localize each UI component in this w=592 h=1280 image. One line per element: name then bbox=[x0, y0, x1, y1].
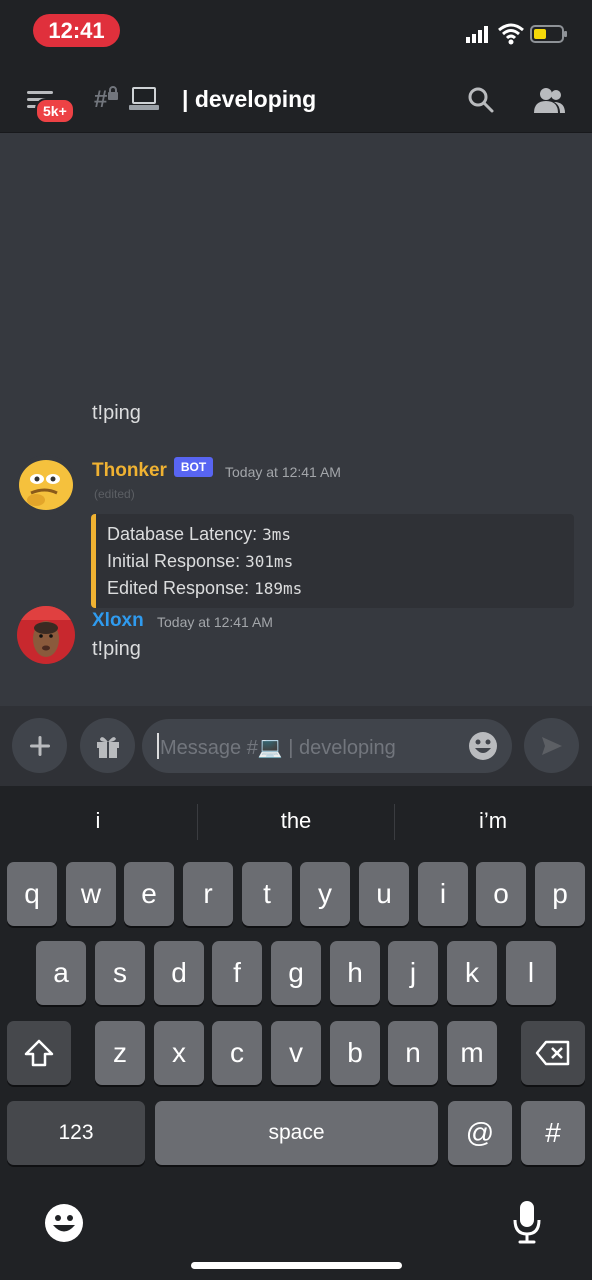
embed-line: Database Latency: 3ms bbox=[107, 524, 292, 544]
gift-button[interactable] bbox=[80, 718, 135, 773]
emoji-picker-icon[interactable] bbox=[468, 731, 498, 761]
key-q[interactable]: q bbox=[7, 862, 57, 926]
bot-tag: BOT bbox=[174, 457, 213, 477]
key-n[interactable]: n bbox=[388, 1021, 438, 1085]
shift-icon bbox=[24, 1039, 54, 1067]
status-time: 12:41 bbox=[33, 14, 120, 47]
hash-key[interactable]: # bbox=[521, 1101, 585, 1165]
key-r[interactable]: r bbox=[183, 862, 233, 926]
key-j[interactable]: j bbox=[388, 941, 438, 1005]
wifi-icon bbox=[498, 23, 524, 45]
message-input-placeholder: Message #💻 | developing bbox=[160, 737, 396, 759]
suggestion-im[interactable]: i’m bbox=[395, 808, 591, 834]
key-l[interactable]: l bbox=[506, 941, 556, 1005]
bot-username[interactable]: Thonker bbox=[92, 460, 167, 482]
add-attachment-button[interactable] bbox=[12, 718, 67, 773]
key-a[interactable]: a bbox=[36, 941, 86, 1005]
key-d[interactable]: d bbox=[154, 941, 204, 1005]
unread-badge: 5k+ bbox=[35, 98, 75, 124]
bot-avatar[interactable] bbox=[17, 455, 75, 513]
key-x[interactable]: x bbox=[154, 1021, 204, 1085]
embed-line: Initial Response: 301ms bbox=[107, 551, 294, 571]
key-v[interactable]: v bbox=[271, 1021, 321, 1085]
key-k[interactable]: k bbox=[447, 941, 497, 1005]
suggestion-the[interactable]: the bbox=[198, 808, 394, 834]
user-avatar[interactable] bbox=[17, 606, 75, 664]
key-m[interactable]: m bbox=[447, 1021, 497, 1085]
message-text: t!ping bbox=[92, 402, 141, 424]
key-t[interactable]: t bbox=[242, 862, 292, 926]
plus-icon bbox=[29, 735, 50, 756]
laptop-emoji-icon bbox=[129, 86, 159, 114]
search-icon[interactable] bbox=[467, 86, 495, 114]
message-text: t!ping bbox=[92, 638, 141, 660]
numbers-key[interactable]: 123 bbox=[7, 1101, 145, 1165]
key-i[interactable]: i bbox=[418, 862, 468, 926]
key-z[interactable]: z bbox=[95, 1021, 145, 1085]
emoji-keyboard-icon[interactable] bbox=[44, 1203, 84, 1243]
key-g[interactable]: g bbox=[271, 941, 321, 1005]
key-w[interactable]: w bbox=[66, 862, 116, 926]
space-key[interactable]: space bbox=[155, 1101, 438, 1165]
microphone-icon[interactable] bbox=[512, 1200, 542, 1244]
text-cursor bbox=[157, 733, 159, 759]
at-key[interactable]: @ bbox=[448, 1101, 512, 1165]
battery-icon bbox=[530, 24, 568, 44]
send-button[interactable] bbox=[524, 718, 579, 773]
message-timestamp: Today at 12:41 AM bbox=[157, 614, 273, 630]
channel-title[interactable]: | developing bbox=[182, 86, 316, 113]
send-icon bbox=[541, 736, 562, 755]
key-e[interactable]: e bbox=[124, 862, 174, 926]
message-timestamp: Today at 12:41 AM bbox=[225, 464, 341, 480]
key-o[interactable]: o bbox=[476, 862, 526, 926]
signal-icon bbox=[466, 26, 488, 43]
key-s[interactable]: s bbox=[95, 941, 145, 1005]
key-p[interactable]: p bbox=[535, 862, 585, 926]
backspace-icon bbox=[535, 1040, 570, 1066]
edited-label: (edited) bbox=[94, 487, 135, 501]
shift-key[interactable] bbox=[7, 1021, 71, 1085]
key-u[interactable]: u bbox=[359, 862, 409, 926]
members-icon[interactable] bbox=[532, 86, 566, 114]
gift-icon bbox=[96, 736, 119, 758]
backspace-key[interactable] bbox=[521, 1021, 585, 1085]
home-indicator bbox=[191, 1262, 402, 1269]
key-f[interactable]: f bbox=[212, 941, 262, 1005]
chat-area bbox=[0, 133, 592, 705]
locked-hash-icon: # bbox=[94, 86, 108, 113]
embed-line: Edited Response: 189ms bbox=[107, 578, 303, 598]
suggestion-i[interactable]: i bbox=[0, 808, 196, 834]
key-h[interactable]: h bbox=[330, 941, 380, 1005]
lock-icon bbox=[107, 86, 119, 100]
key-y[interactable]: y bbox=[300, 862, 350, 926]
user-username[interactable]: Xloxn bbox=[92, 610, 144, 632]
key-c[interactable]: c bbox=[212, 1021, 262, 1085]
key-b[interactable]: b bbox=[330, 1021, 380, 1085]
